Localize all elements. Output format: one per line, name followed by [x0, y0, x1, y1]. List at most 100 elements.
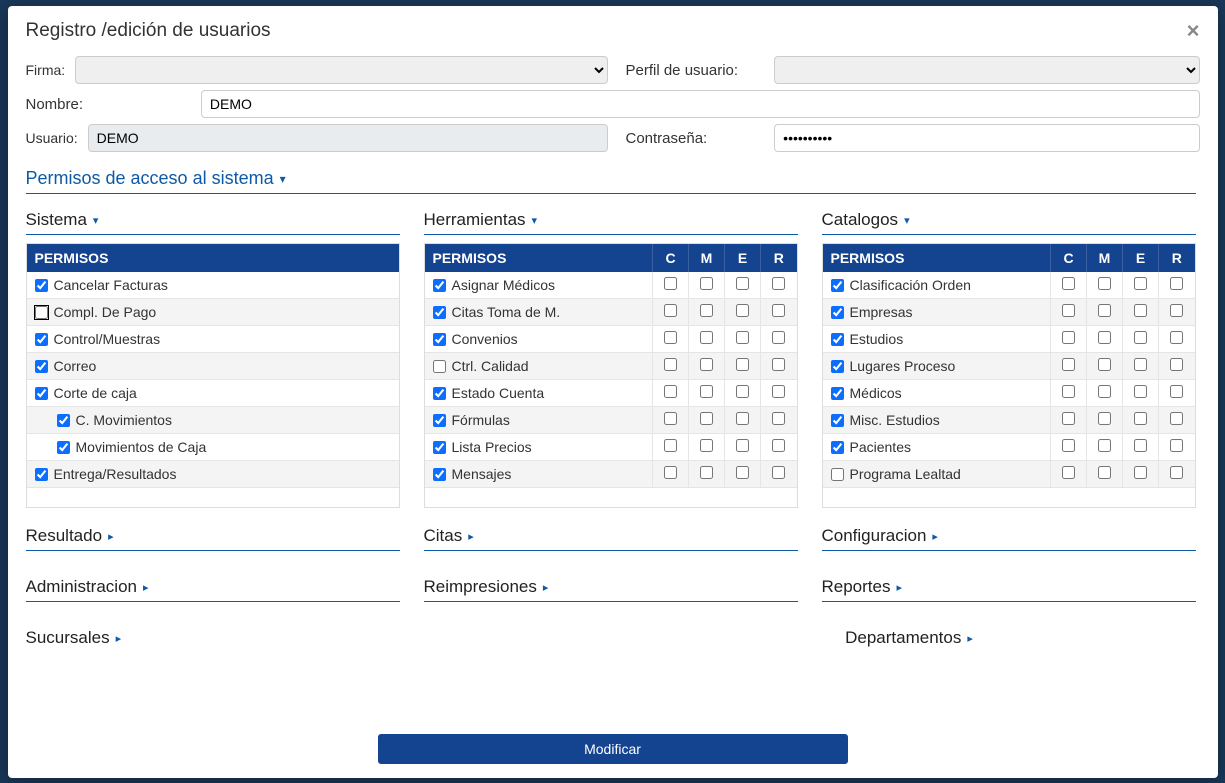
- crud-checkbox-e[interactable]: [1134, 412, 1147, 425]
- permission-checkbox[interactable]: [831, 306, 844, 319]
- resultado-header[interactable]: Resultado ▸: [26, 520, 400, 551]
- crud-checkbox-m[interactable]: [700, 439, 713, 452]
- crud-checkbox-e[interactable]: [736, 277, 749, 290]
- crud-checkbox-m[interactable]: [1098, 358, 1111, 371]
- configuracion-header[interactable]: Configuracion ▸: [822, 520, 1196, 551]
- crud-checkbox-m[interactable]: [700, 385, 713, 398]
- crud-checkbox-c[interactable]: [664, 412, 677, 425]
- perfil-select[interactable]: [774, 56, 1199, 84]
- permission-checkbox[interactable]: [35, 306, 48, 319]
- crud-checkbox-e[interactable]: [736, 439, 749, 452]
- crud-checkbox-m[interactable]: [1098, 385, 1111, 398]
- crud-checkbox-m[interactable]: [700, 331, 713, 344]
- reimpresiones-header[interactable]: Reimpresiones ▸: [424, 571, 798, 602]
- permission-checkbox[interactable]: [831, 360, 844, 373]
- crud-checkbox-r[interactable]: [772, 385, 785, 398]
- close-icon[interactable]: ×: [1187, 20, 1200, 42]
- herramientas-table-wrap[interactable]: PERMISOS C M E R Asignar MédicosCitas To…: [424, 243, 798, 508]
- sistema-table-wrap[interactable]: PERMISOS Cancelar FacturasCompl. De Pago…: [26, 243, 400, 508]
- crud-checkbox-m[interactable]: [700, 466, 713, 479]
- permission-checkbox[interactable]: [831, 414, 844, 427]
- crud-checkbox-r[interactable]: [1170, 358, 1183, 371]
- crud-checkbox-m[interactable]: [1098, 466, 1111, 479]
- permission-checkbox[interactable]: [35, 468, 48, 481]
- crud-checkbox-c[interactable]: [664, 304, 677, 317]
- crud-checkbox-r[interactable]: [772, 358, 785, 371]
- permission-checkbox[interactable]: [433, 360, 446, 373]
- crud-checkbox-r[interactable]: [772, 439, 785, 452]
- crud-checkbox-e[interactable]: [736, 331, 749, 344]
- crud-checkbox-r[interactable]: [772, 412, 785, 425]
- permission-checkbox[interactable]: [35, 387, 48, 400]
- crud-checkbox-r[interactable]: [1170, 466, 1183, 479]
- contrasena-input[interactable]: [774, 124, 1199, 152]
- crud-checkbox-r[interactable]: [1170, 412, 1183, 425]
- crud-checkbox-c[interactable]: [1062, 412, 1075, 425]
- permission-checkbox[interactable]: [831, 279, 844, 292]
- permission-checkbox[interactable]: [433, 279, 446, 292]
- permission-checkbox[interactable]: [433, 414, 446, 427]
- modificar-button[interactable]: Modificar: [378, 734, 848, 764]
- crud-checkbox-r[interactable]: [772, 331, 785, 344]
- crud-checkbox-r[interactable]: [772, 466, 785, 479]
- crud-checkbox-r[interactable]: [1170, 277, 1183, 290]
- crud-checkbox-e[interactable]: [1134, 331, 1147, 344]
- crud-checkbox-e[interactable]: [736, 385, 749, 398]
- citas-header[interactable]: Citas ▸: [424, 520, 798, 551]
- departamentos-header[interactable]: Departamentos ▸: [623, 622, 1196, 652]
- crud-checkbox-e[interactable]: [1134, 439, 1147, 452]
- crud-checkbox-m[interactable]: [700, 277, 713, 290]
- permission-checkbox[interactable]: [433, 306, 446, 319]
- crud-checkbox-r[interactable]: [772, 304, 785, 317]
- permission-checkbox[interactable]: [57, 441, 70, 454]
- permission-checkbox[interactable]: [57, 414, 70, 427]
- crud-checkbox-m[interactable]: [1098, 439, 1111, 452]
- crud-checkbox-e[interactable]: [1134, 466, 1147, 479]
- permission-checkbox[interactable]: [831, 441, 844, 454]
- crud-checkbox-c[interactable]: [1062, 439, 1075, 452]
- crud-checkbox-r[interactable]: [1170, 385, 1183, 398]
- crud-checkbox-c[interactable]: [664, 277, 677, 290]
- permission-checkbox[interactable]: [433, 387, 446, 400]
- crud-checkbox-r[interactable]: [772, 277, 785, 290]
- crud-checkbox-c[interactable]: [664, 358, 677, 371]
- permission-checkbox[interactable]: [831, 333, 844, 346]
- crud-checkbox-m[interactable]: [1098, 331, 1111, 344]
- crud-checkbox-m[interactable]: [1098, 412, 1111, 425]
- crud-checkbox-m[interactable]: [700, 412, 713, 425]
- crud-checkbox-e[interactable]: [736, 412, 749, 425]
- crud-checkbox-c[interactable]: [1062, 358, 1075, 371]
- crud-checkbox-c[interactable]: [664, 331, 677, 344]
- crud-checkbox-c[interactable]: [664, 439, 677, 452]
- crud-checkbox-r[interactable]: [1170, 304, 1183, 317]
- permission-checkbox[interactable]: [433, 441, 446, 454]
- crud-checkbox-m[interactable]: [1098, 304, 1111, 317]
- permission-checkbox[interactable]: [831, 387, 844, 400]
- crud-checkbox-c[interactable]: [664, 385, 677, 398]
- crud-checkbox-c[interactable]: [1062, 277, 1075, 290]
- crud-checkbox-m[interactable]: [700, 358, 713, 371]
- crud-checkbox-e[interactable]: [736, 358, 749, 371]
- firma-select[interactable]: [75, 56, 607, 84]
- catalogos-header[interactable]: Catalogos ▾: [822, 204, 1196, 235]
- crud-checkbox-m[interactable]: [700, 304, 713, 317]
- crud-checkbox-e[interactable]: [1134, 358, 1147, 371]
- permissions-header[interactable]: Permisos de acceso al sistema ▾: [26, 162, 1196, 194]
- herramientas-header[interactable]: Herramientas ▾: [424, 204, 798, 235]
- crud-checkbox-e[interactable]: [736, 466, 749, 479]
- crud-checkbox-c[interactable]: [664, 466, 677, 479]
- crud-checkbox-c[interactable]: [1062, 385, 1075, 398]
- sucursales-header[interactable]: Sucursales ▸: [26, 622, 599, 652]
- permission-checkbox[interactable]: [35, 279, 48, 292]
- crud-checkbox-m[interactable]: [1098, 277, 1111, 290]
- sistema-header[interactable]: Sistema ▾: [26, 204, 400, 235]
- permissions-scroll[interactable]: Permisos de acceso al sistema ▾ Sistema …: [26, 162, 1200, 726]
- crud-checkbox-e[interactable]: [736, 304, 749, 317]
- crud-checkbox-c[interactable]: [1062, 331, 1075, 344]
- nombre-input[interactable]: [201, 90, 1200, 118]
- permission-checkbox[interactable]: [35, 333, 48, 346]
- reportes-header[interactable]: Reportes ▸: [822, 571, 1196, 602]
- permission-checkbox[interactable]: [831, 468, 844, 481]
- crud-checkbox-c[interactable]: [1062, 304, 1075, 317]
- crud-checkbox-e[interactable]: [1134, 277, 1147, 290]
